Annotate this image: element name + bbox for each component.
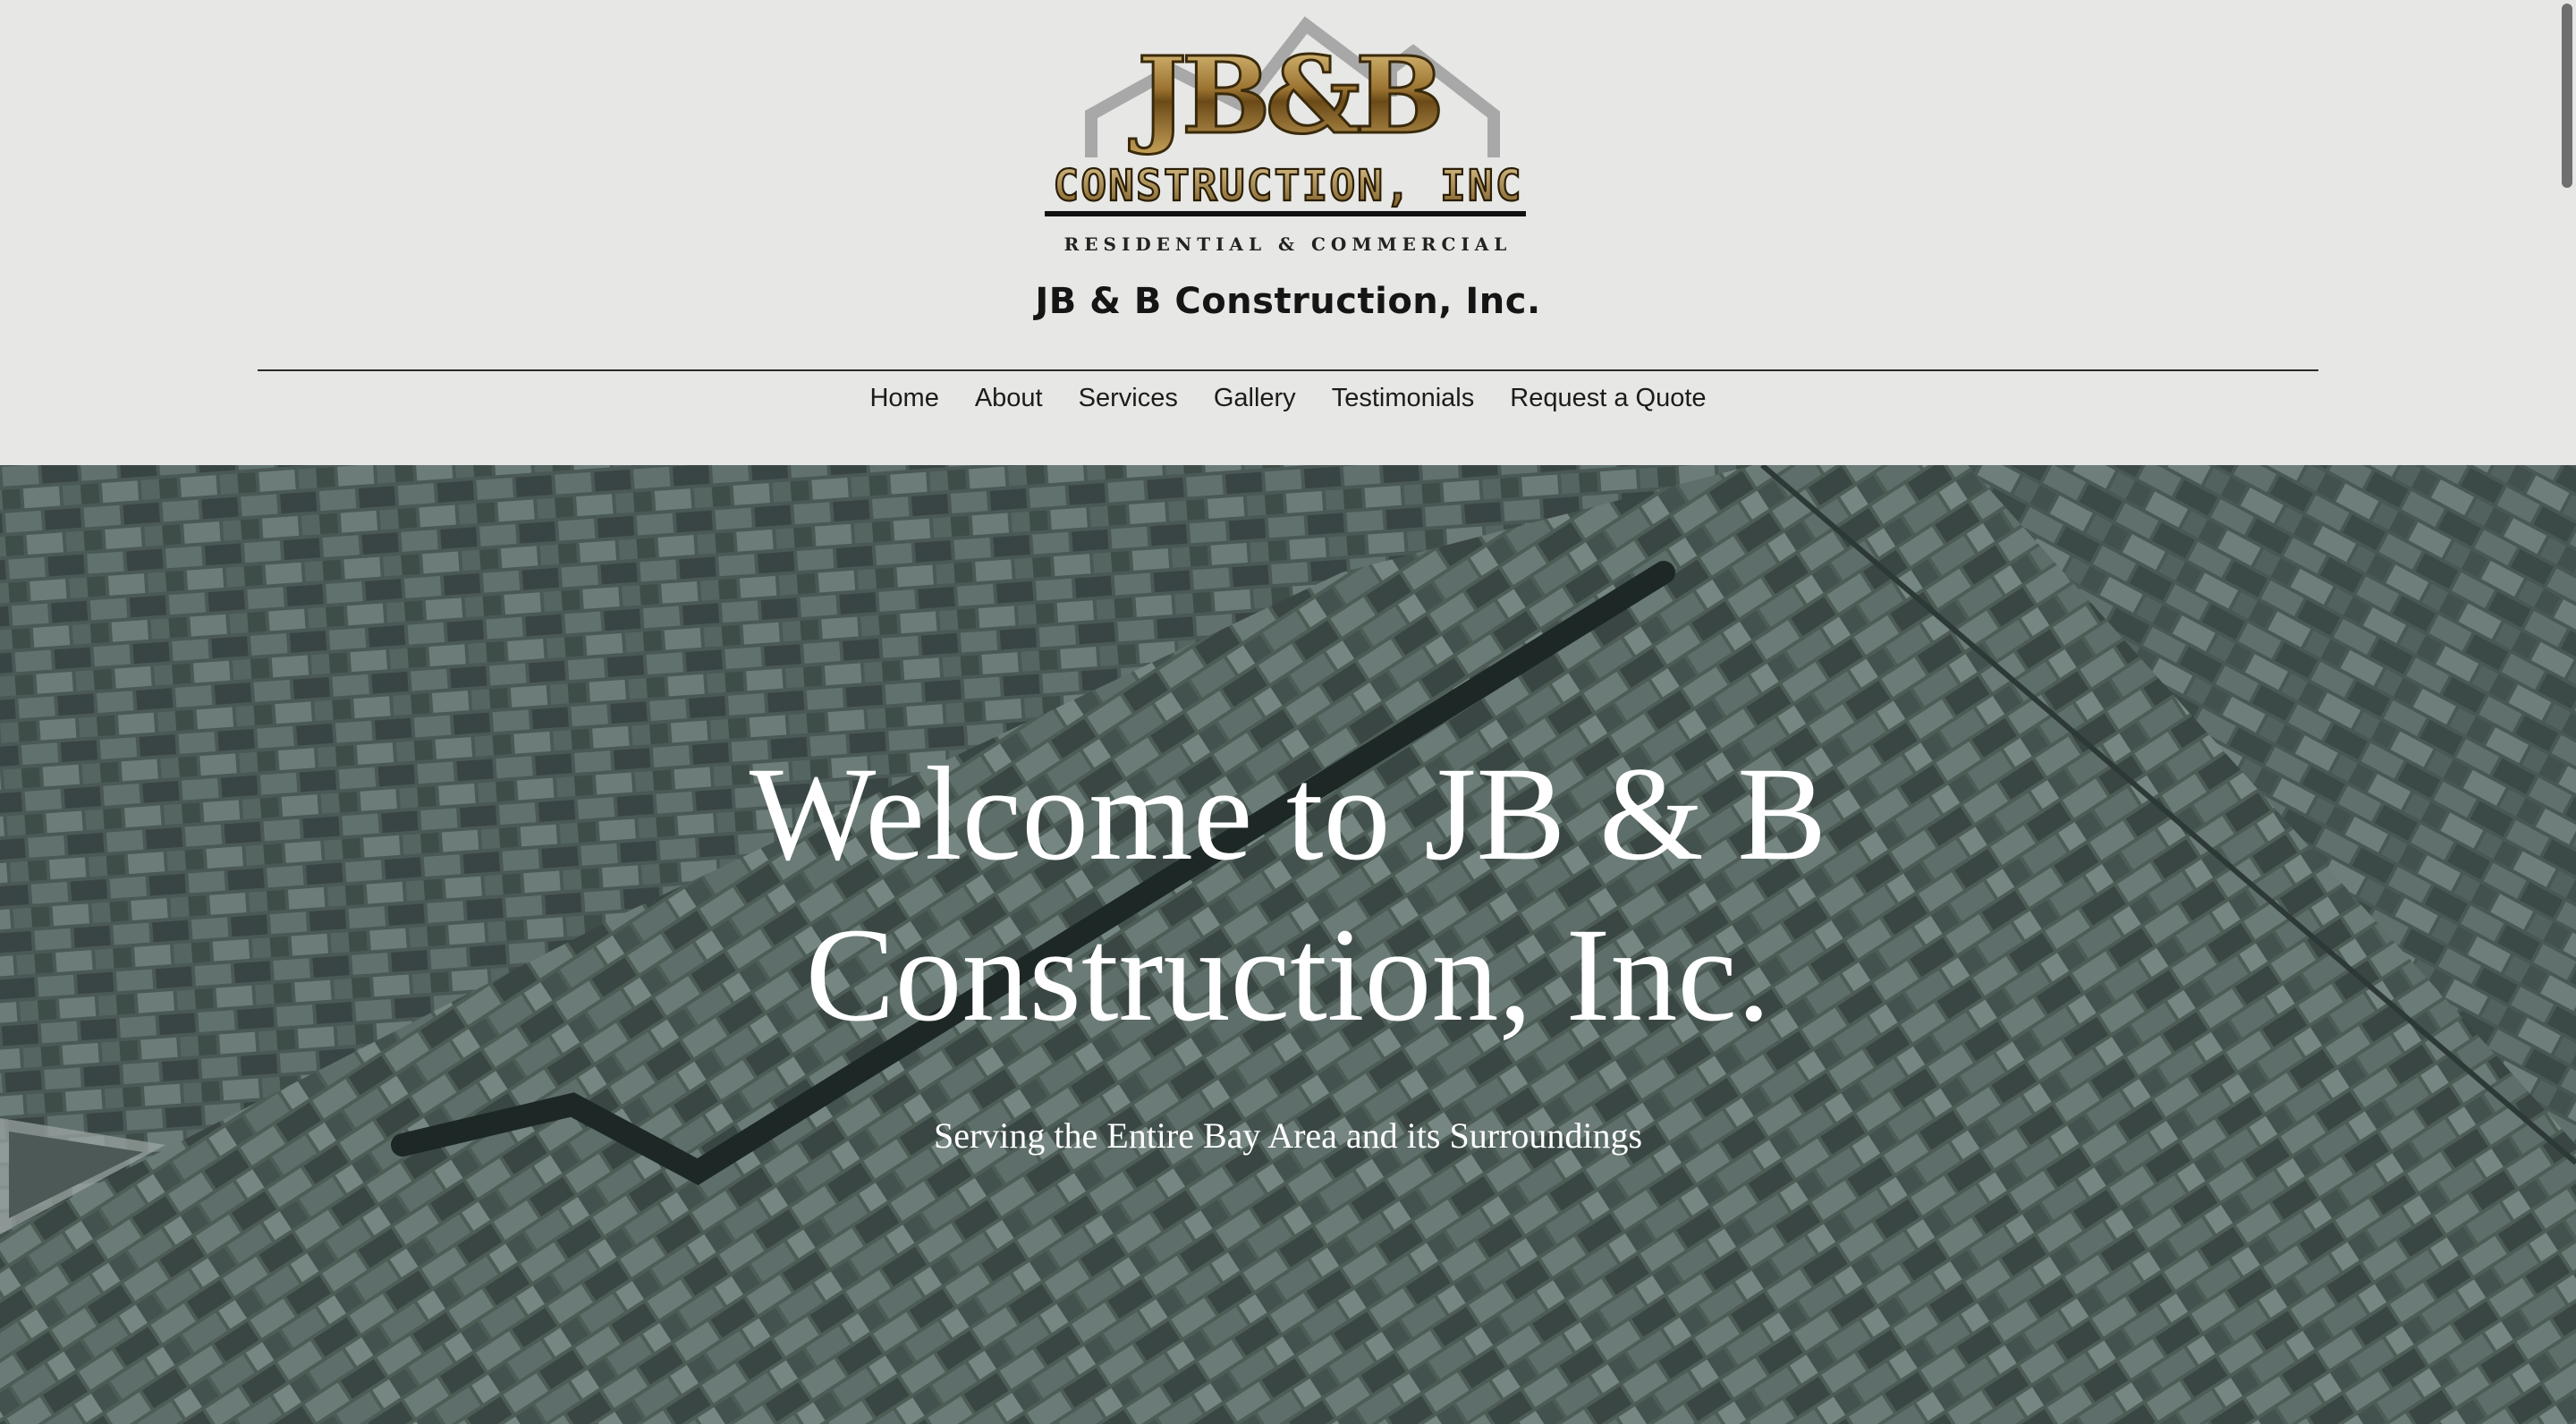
nav-item-about[interactable]: About: [975, 384, 1043, 413]
page: JB&B CONSTRUCTION, INC RESIDENTIAL & COM…: [0, 0, 2576, 1424]
nav-item-testimonials[interactable]: Testimonials: [1332, 384, 1475, 413]
scrollbar-thumb[interactable]: [2562, 4, 2572, 188]
nav-item-services[interactable]: Services: [1079, 384, 1178, 413]
hero-heading-line1: Welcome to JB & B: [749, 740, 1827, 888]
nav-item-gallery[interactable]: Gallery: [1214, 384, 1296, 413]
header-divider: [258, 369, 2318, 371]
company-logo[interactable]: JB&B CONSTRUCTION, INC RESIDENTIAL & COM…: [1038, 7, 1538, 259]
svg-text:JB&B: JB&B: [1129, 33, 1439, 157]
page-scrollbar[interactable]: [2556, 0, 2576, 1424]
hero-heading: Welcome to JB & B Construction, Inc.: [483, 733, 2093, 1055]
nav-item-home[interactable]: Home: [869, 384, 938, 413]
main-nav: Home About Services Gallery Testimonials…: [0, 376, 2576, 420]
hero-heading-line2: Construction, Inc.: [805, 901, 1771, 1049]
hero-subheading: Serving the Entire Bay Area and its Surr…: [933, 1115, 1643, 1156]
site-title[interactable]: JB & B Construction, Inc.: [0, 281, 2576, 322]
svg-text:CONSTRUCTION, INC: CONSTRUCTION, INC: [1053, 161, 1522, 211]
svg-text:RESIDENTIAL & COMMERCIAL: RESIDENTIAL & COMMERCIAL: [1064, 233, 1513, 255]
site-header: JB&B CONSTRUCTION, INC RESIDENTIAL & COM…: [0, 0, 2576, 465]
nav-item-request-quote[interactable]: Request a Quote: [1510, 384, 1706, 413]
